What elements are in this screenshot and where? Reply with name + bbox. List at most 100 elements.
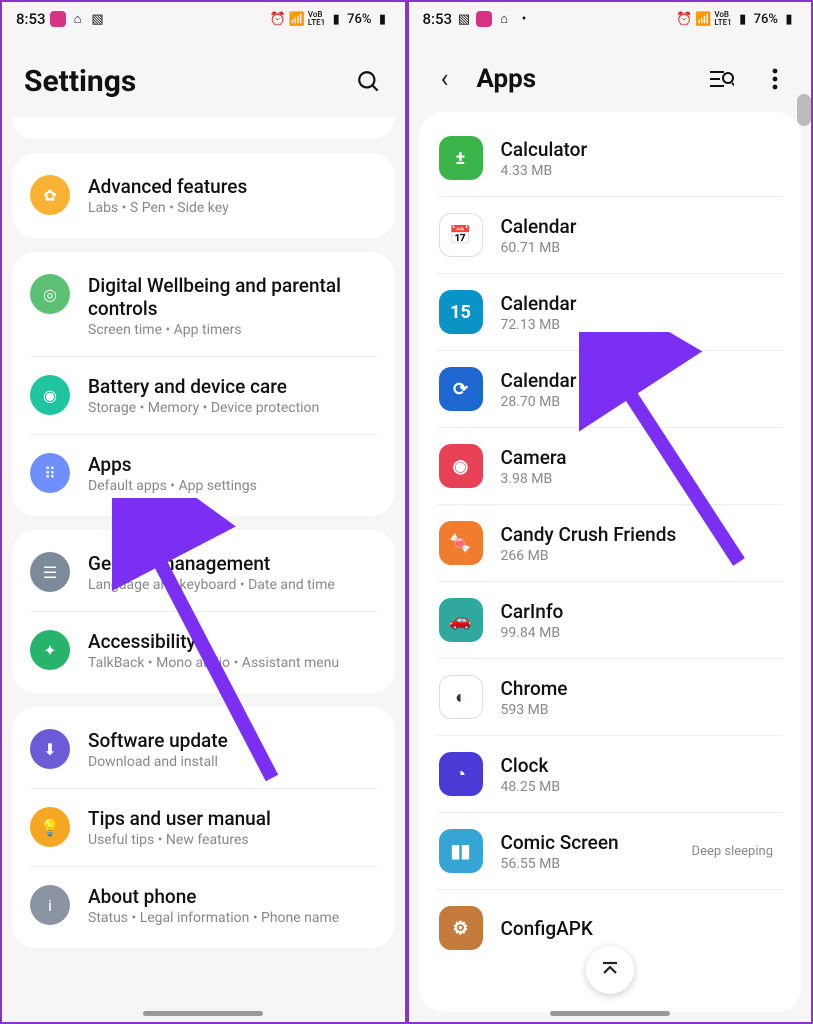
- app-icon: 15: [439, 290, 483, 334]
- row-sub: Language and keyboard • Date and time: [88, 577, 377, 593]
- row-title: Digital Wellbeing and parental controls: [88, 274, 377, 320]
- app-icon: 📅: [439, 213, 483, 257]
- battery-pct: 76%: [754, 12, 778, 27]
- home-icon: ⌂: [496, 11, 512, 27]
- row-about-phone[interactable]: i About phone Status • Legal information…: [30, 866, 377, 944]
- nav-handle[interactable]: [550, 1011, 670, 1016]
- row-apps[interactable]: ⠿ Apps Default apps • App settings: [30, 434, 377, 512]
- row-title: Advanced features: [88, 175, 377, 198]
- download-icon: ⬇: [30, 729, 70, 769]
- app-row[interactable]: ▮▮Comic Screen56.55 MBDeep sleeping: [437, 813, 784, 890]
- apps-icon: ⠿: [30, 453, 70, 493]
- row-advanced-features[interactable]: ✿ Advanced features Labs • S Pen • Side …: [12, 157, 395, 234]
- app-size: 72.13 MB: [501, 317, 774, 333]
- row-title: Accessibility: [88, 630, 377, 653]
- row-sub: Status • Legal information • Phone name: [88, 910, 377, 926]
- page-title: Settings: [24, 64, 136, 99]
- app-name: Calendar: [501, 292, 774, 315]
- row-accessibility[interactable]: ✦ Accessibility TalkBack • Mono audio • …: [30, 611, 377, 689]
- back-icon[interactable]: ‹: [431, 65, 459, 93]
- home-icon: ⌂: [70, 11, 86, 27]
- app-size: 56.55 MB: [501, 856, 674, 872]
- settings-list: ✿ Advanced features Labs • S Pen • Side …: [2, 117, 405, 1022]
- app-name: Calendar: [501, 215, 774, 238]
- row-sub: TalkBack • Mono audio • Assistant menu: [88, 655, 377, 671]
- status-app-icon: [50, 11, 66, 27]
- battery-icon: ▮: [781, 11, 797, 27]
- app-name: Candy Crush Friends: [501, 523, 774, 546]
- app-row[interactable]: 📅Calendar60.71 MB: [437, 197, 784, 274]
- network-label: VoBLTE1: [308, 11, 325, 27]
- search-icon[interactable]: [355, 68, 383, 96]
- row-software-update[interactable]: ⬇ Software update Download and install: [12, 711, 395, 788]
- signal-icon: ▮: [328, 11, 344, 27]
- image-icon: ▧: [456, 11, 472, 27]
- network-label: VoBLTE1: [714, 11, 731, 27]
- image-icon: ▧: [90, 11, 106, 27]
- app-name: Clock: [501, 754, 774, 777]
- app-icon: ◉: [439, 444, 483, 488]
- page-title: Apps: [477, 64, 537, 94]
- app-row[interactable]: ◔ Clock 48.25 MB: [437, 736, 784, 813]
- row-title: General management: [88, 552, 377, 575]
- nav-handle[interactable]: [143, 1011, 263, 1016]
- card-peek: [12, 117, 395, 139]
- battery-pct: 76%: [347, 12, 371, 27]
- alarm-icon: ⏰: [676, 11, 692, 27]
- status-time: 8:53: [423, 10, 453, 28]
- app-size: 48.25 MB: [501, 779, 774, 795]
- app-badge: Deep sleeping: [692, 844, 773, 859]
- info-icon: i: [30, 885, 70, 925]
- status-bar: 8:53 ▧ ⌂ • ⏰ 📶 VoBLTE1 ▮ 76% ▮: [409, 2, 812, 36]
- app-row[interactable]: ⟳Calendar Backup28.70 MB: [437, 351, 784, 428]
- row-general-management[interactable]: ☰ General management Language and keyboa…: [12, 534, 395, 611]
- app-name: CarInfo: [501, 600, 774, 623]
- row-tips-manual[interactable]: 💡 Tips and user manual Useful tips • New…: [30, 788, 377, 866]
- app-icon: ⚙: [439, 906, 483, 950]
- app-name: Comic Screen: [501, 831, 674, 854]
- app-row[interactable]: 🚗CarInfo99.84 MB: [437, 582, 784, 659]
- app-row[interactable]: ◉Camera3.98 MB: [437, 428, 784, 505]
- app-icon: ◔: [439, 752, 483, 796]
- settings-card: ⬇ Software update Download and install 💡…: [12, 707, 395, 948]
- battery-icon: ◉: [30, 375, 70, 415]
- app-size: 4.33 MB: [501, 163, 774, 179]
- row-title: Battery and device care: [88, 375, 377, 398]
- app-row[interactable]: ◐Chrome593 MB: [437, 659, 784, 736]
- status-app-icon: [476, 11, 492, 27]
- row-digital-wellbeing[interactable]: ◎ Digital Wellbeing and parental control…: [12, 256, 395, 356]
- gear-icon: ✿: [30, 175, 70, 215]
- apps-list: ±Calculator4.33 MB📅Calendar60.71 MB15Cal…: [419, 112, 802, 1012]
- row-sub: Labs • S Pen • Side key: [88, 200, 377, 216]
- more-icon[interactable]: [761, 65, 789, 93]
- settings-header: Settings: [2, 36, 405, 117]
- app-row[interactable]: 15 Calendar 72.13 MB: [437, 274, 784, 351]
- sliders-icon: ☰: [30, 552, 70, 592]
- row-battery-care[interactable]: ◉ Battery and device care Storage • Memo…: [30, 356, 377, 434]
- row-sub: Screen time • App timers: [88, 322, 377, 338]
- status-time: 8:53: [16, 10, 46, 28]
- wifi-icon: 📶: [695, 11, 711, 27]
- settings-card: ◎ Digital Wellbeing and parental control…: [12, 252, 395, 516]
- app-icon: 🍬: [439, 521, 483, 565]
- scroll-indicator[interactable]: [797, 94, 811, 126]
- app-size: 3.98 MB: [501, 471, 774, 487]
- wellbeing-icon: ◎: [30, 274, 70, 314]
- apps-header: ‹ Apps: [409, 36, 812, 112]
- app-icon: ±: [439, 136, 483, 180]
- app-row[interactable]: 🍬Candy Crush Friends266 MB: [437, 505, 784, 582]
- scroll-top-button[interactable]: [586, 946, 634, 994]
- filter-search-icon[interactable]: [707, 65, 735, 93]
- row-title: Apps: [88, 453, 377, 476]
- row-title: About phone: [88, 885, 377, 908]
- app-row[interactable]: ±Calculator4.33 MB: [437, 120, 784, 197]
- battery-icon: ▮: [375, 11, 391, 27]
- app-size: 593 MB: [501, 702, 774, 718]
- app-icon: 🚗: [439, 598, 483, 642]
- accessibility-icon: ✦: [30, 630, 70, 670]
- row-sub: Default apps • App settings: [88, 478, 377, 494]
- app-name: Chrome: [501, 677, 774, 700]
- status-bar: 8:53 ⌂ ▧ ⏰ 📶 VoBLTE1 ▮ 76% ▮: [2, 2, 405, 36]
- app-name: ConfigAPK: [501, 917, 774, 940]
- app-size: 28.70 MB: [501, 394, 774, 410]
